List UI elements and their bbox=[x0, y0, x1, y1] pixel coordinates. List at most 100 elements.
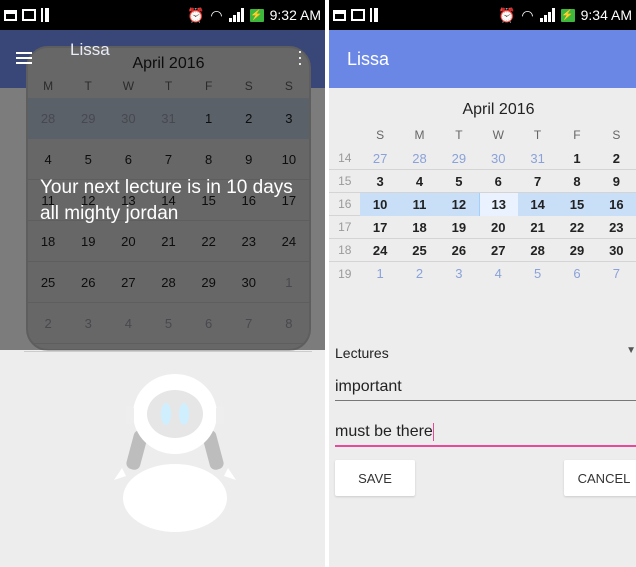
calendar-day[interactable]: 23 bbox=[597, 216, 636, 239]
calendar-day[interactable]: 17 bbox=[360, 216, 399, 239]
calendar-week: 16 10 11 12 13 14 15 16 bbox=[329, 192, 636, 216]
calendar-day[interactable]: 25 bbox=[400, 239, 439, 262]
calendar-week: 19 1 2 3 4 5 6 7 bbox=[329, 262, 636, 285]
status-bar: ⏰ ◠ ⚡ 9:34 AM bbox=[329, 0, 636, 30]
calendar-week: 17 17 18 19 20 21 22 23 bbox=[329, 216, 636, 239]
battery-icon: ⚡ bbox=[249, 8, 264, 22]
menu-icon[interactable] bbox=[16, 52, 32, 64]
app-bar: Lissa bbox=[329, 30, 636, 88]
week-number: 17 bbox=[338, 220, 352, 234]
right-screen: ⏰ ◠ ⚡ 9:34 AM Lissa April 2016 S M T W T F S 1… bbox=[329, 0, 636, 567]
wifi-icon: ◠ bbox=[210, 6, 223, 23]
calendar-day[interactable]: 8 bbox=[557, 170, 596, 193]
calendar-day[interactable]: 10 bbox=[360, 192, 400, 216]
calendar-day[interactable]: 14 bbox=[517, 192, 558, 216]
calendar-week: 18 24 25 26 27 28 29 30 bbox=[329, 239, 636, 262]
alarm-icon: ⏰ bbox=[497, 6, 516, 23]
calendar-day[interactable]: 20 bbox=[479, 216, 518, 239]
calendar-day[interactable]: 4 bbox=[400, 170, 439, 193]
calendar-day[interactable]: 9 bbox=[597, 170, 636, 193]
calendar-day[interactable]: 7 bbox=[518, 170, 557, 193]
calendar-day[interactable]: 3 bbox=[360, 170, 399, 193]
save-button[interactable]: SAVE bbox=[335, 460, 415, 496]
calendar-day[interactable]: 12 bbox=[439, 192, 479, 216]
weekday-label: S bbox=[612, 128, 621, 142]
calendar-day[interactable]: 28 bbox=[518, 239, 557, 262]
overflow-menu-icon[interactable]: · · · bbox=[297, 42, 303, 72]
calendar-day[interactable]: 28 bbox=[400, 147, 439, 170]
robot-mascot bbox=[114, 374, 236, 532]
divider bbox=[24, 351, 312, 352]
calendar-day[interactable]: 1 bbox=[360, 262, 399, 285]
weekday-label: F bbox=[573, 128, 581, 142]
calendar-day[interactable]: 19 bbox=[439, 216, 478, 239]
text-cursor bbox=[432, 423, 434, 441]
dropdown-arrow-icon[interactable]: ▼ bbox=[626, 345, 636, 356]
notification-icon bbox=[41, 8, 49, 22]
calendar-day[interactable]: 30 bbox=[597, 239, 636, 262]
weekday-label: M bbox=[414, 128, 425, 142]
notification-icon bbox=[22, 9, 36, 21]
calendar-day[interactable]: 13 bbox=[478, 192, 518, 216]
calendar-day[interactable]: 30 bbox=[479, 147, 518, 170]
week-number: 15 bbox=[338, 174, 352, 188]
status-bar: ⏰ ◠ ⚡ 9:32 AM bbox=[0, 0, 325, 30]
calendar-day[interactable]: 6 bbox=[557, 262, 596, 285]
title-input-value: important bbox=[335, 378, 402, 395]
week-number: 16 bbox=[338, 197, 352, 211]
calendar-week: 15 3 4 5 6 7 8 9 bbox=[329, 170, 636, 193]
calendar-day[interactable]: 3 bbox=[439, 262, 478, 285]
status-time: 9:34 AM bbox=[580, 7, 632, 23]
calendar-day[interactable]: 4 bbox=[479, 262, 518, 285]
cancel-button[interactable]: CANCEL bbox=[564, 460, 636, 496]
calendar-day[interactable]: 29 bbox=[557, 239, 596, 262]
alarm-icon: ⏰ bbox=[186, 6, 205, 23]
weekday-header: SMTWTFS bbox=[329, 124, 636, 147]
calendar-day[interactable]: 22 bbox=[557, 216, 596, 239]
calendar-day[interactable]: 29 bbox=[439, 147, 478, 170]
calendar-day[interactable]: 18 bbox=[400, 216, 439, 239]
week-number: 18 bbox=[338, 243, 352, 257]
calendar-day[interactable]: 27 bbox=[360, 147, 399, 170]
app-title: Lissa bbox=[70, 40, 110, 59]
title-input[interactable]: important bbox=[335, 378, 636, 401]
notification-icon bbox=[370, 8, 378, 22]
calendar-day[interactable]: 6 bbox=[479, 170, 518, 193]
notification-icon bbox=[4, 9, 17, 21]
battery-icon: ⚡ bbox=[560, 8, 575, 22]
description-input[interactable]: must be there bbox=[335, 423, 636, 448]
calendar: April 2016 SMTWTFS 14 27 28 29 30 31 1 2 15 3 4 5 6 7… bbox=[329, 96, 636, 285]
calendar-day[interactable]: 11 bbox=[399, 192, 440, 216]
signal-icon bbox=[539, 8, 555, 22]
wifi-icon: ◠ bbox=[521, 6, 534, 23]
calendar-day[interactable]: 2 bbox=[400, 262, 439, 285]
calendar-day[interactable]: 31 bbox=[518, 147, 557, 170]
description-input-value: must be there bbox=[335, 423, 433, 441]
calendar-day[interactable]: 2 bbox=[597, 147, 636, 170]
notification-icon bbox=[351, 9, 365, 21]
calendar-day[interactable]: 24 bbox=[360, 239, 399, 262]
left-screen: ⏰ ◠ ⚡ 9:32 AM April 2016 MTWTFSS 28 29 30 3… bbox=[0, 0, 325, 567]
weekday-label: W bbox=[492, 128, 504, 142]
calendar-day[interactable]: 27 bbox=[479, 239, 518, 262]
calendar-day[interactable]: 1 bbox=[557, 147, 596, 170]
calendar-day[interactable]: 5 bbox=[518, 262, 557, 285]
calendar-day[interactable]: 16 bbox=[596, 192, 636, 216]
calendar-day[interactable]: 7 bbox=[597, 262, 636, 285]
calendar-day[interactable]: 21 bbox=[518, 216, 557, 239]
calendar-day[interactable]: 5 bbox=[439, 170, 478, 193]
calendar-month: April 2016 bbox=[462, 101, 535, 118]
weekday-label: S bbox=[376, 128, 385, 142]
toast-message: Your next lecture is in 10 days all migh… bbox=[40, 177, 293, 224]
signal-icon bbox=[228, 8, 244, 22]
calendar-day[interactable]: 26 bbox=[439, 239, 478, 262]
weekday-label: T bbox=[533, 128, 542, 142]
app-title: Lissa bbox=[347, 48, 390, 69]
notification-icon bbox=[333, 9, 346, 21]
calendar-day[interactable]: 15 bbox=[557, 192, 597, 216]
category-select[interactable]: Lectures bbox=[335, 345, 389, 361]
calendar-week: 14 27 28 29 30 31 1 2 bbox=[329, 147, 636, 170]
weekday-label: T bbox=[455, 128, 463, 142]
week-number: 19 bbox=[338, 266, 352, 281]
status-time: 9:32 AM bbox=[269, 7, 321, 23]
